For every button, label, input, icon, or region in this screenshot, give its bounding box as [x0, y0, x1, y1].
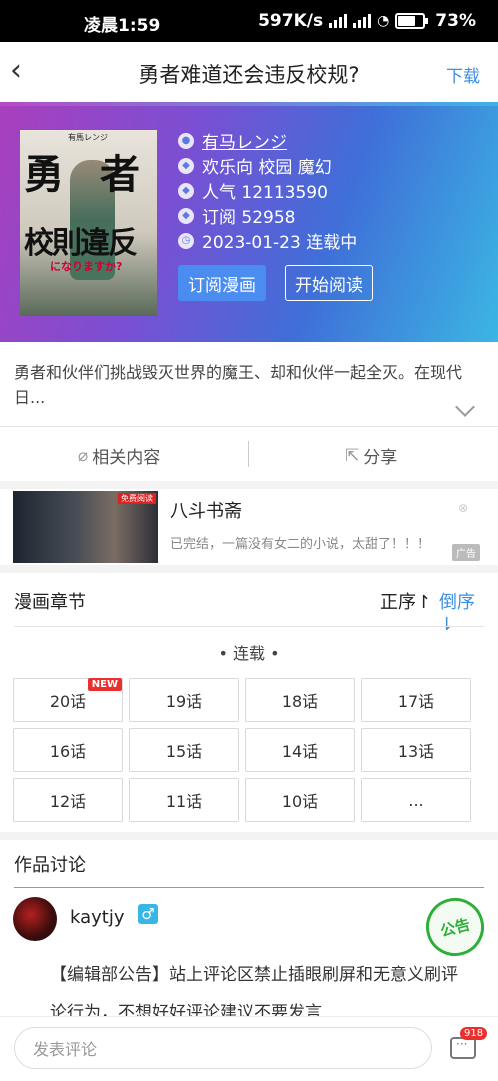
chapters-header: 漫画章节 正序↾ 倒序⇂: [14, 588, 484, 635]
ad-banner[interactable]: 免费阅读 八斗书斋 已完结，一篇没有女二的小说，太甜了！！！ ⊗ 广告: [0, 489, 498, 564]
chapter-label: 19话: [165, 692, 203, 711]
chapter-button[interactable]: 15话: [129, 728, 239, 772]
share-icon: ⇱: [345, 445, 360, 466]
sort-ascending-button[interactable]: 正序↾: [380, 588, 431, 614]
chapter-button[interactable]: 12话: [13, 778, 123, 822]
subscriptions-value: 订阅 52958: [202, 208, 296, 228]
cover-title-a: 勇: [24, 151, 64, 198]
related-label: 相关内容: [92, 448, 161, 468]
chapter-button[interactable]: 19话: [129, 678, 239, 722]
header-accent-line: [0, 102, 498, 106]
tag-icon: ◆: [178, 182, 194, 199]
chapter-button[interactable]: 10话: [245, 778, 355, 822]
cover-title-c: 校則違反: [24, 226, 138, 261]
chapter-button[interactable]: 11话: [129, 778, 239, 822]
tag-icon: ◆: [178, 157, 194, 174]
tag-icon: ◆: [178, 207, 194, 224]
ad-free-tag: 免费阅读: [118, 493, 156, 504]
chapter-button[interactable]: 13话: [361, 728, 471, 772]
chapter-label: 13话: [397, 742, 435, 761]
ad-title[interactable]: 八斗书斋: [170, 497, 242, 523]
share-label: 分享: [363, 448, 398, 468]
comment-input[interactable]: 发表评论: [14, 1027, 432, 1069]
battery-level: 73%: [435, 11, 476, 31]
page-title: 勇者难道还会违反校规?: [138, 63, 360, 87]
male-icon: ♂: [138, 904, 158, 924]
signal-icon-2: [353, 14, 372, 28]
sort-descending-button[interactable]: 倒序⇂: [439, 588, 484, 635]
chapter-button[interactable]: 18话: [245, 678, 355, 722]
comic-cover[interactable]: 有馬レンジ 勇 者 校則違反 になりますか?: [20, 130, 157, 316]
chapter-label: 11话: [165, 792, 203, 811]
comment-icon[interactable]: [450, 1037, 476, 1059]
chapter-label: 17话: [397, 692, 435, 711]
chapter-label: 12话: [49, 792, 87, 811]
section-gap: [0, 832, 498, 840]
action-bar: ⌀ 相关内容 ⇱ 分享: [0, 427, 498, 481]
section-gap: [0, 481, 498, 489]
chapter-label: 15话: [165, 742, 203, 761]
update-row: ◷ 2023-01-23 连载中: [178, 228, 357, 253]
comic-meta: ● 有马レンジ ◆ 欢乐向 校园 魔幻 ◆ 人气 12113590 ◆ 订阅 5…: [178, 128, 357, 253]
comment-count-badge: 918: [460, 1027, 488, 1040]
chapter-label: 14话: [281, 742, 319, 761]
chapters-title: 漫画章节: [14, 592, 86, 613]
share-button[interactable]: ⇱ 分享: [345, 443, 398, 469]
status-time: 凌晨1:59: [84, 16, 161, 36]
username[interactable]: kaytjy: [70, 907, 125, 928]
chapter-button[interactable]: 14话: [245, 728, 355, 772]
comic-tags: 欢乐向 校园 魔幻: [202, 158, 332, 178]
divider: [14, 887, 484, 888]
announcement-stamp: 公告: [419, 891, 491, 963]
paperclip-icon: ⌀: [78, 445, 89, 466]
clock-icon: ◷: [178, 232, 194, 249]
chapter-button[interactable]: 16话: [13, 728, 123, 772]
author-link[interactable]: 有马レンジ: [202, 128, 287, 153]
chapter-label: 18话: [281, 692, 319, 711]
chapter-button[interactable]: 20话 NEW: [13, 678, 123, 722]
chapter-label: 16话: [49, 742, 87, 761]
signal-icon: [329, 14, 348, 28]
section-gap: [0, 565, 498, 573]
more-chapters-button[interactable]: ...: [361, 778, 471, 822]
close-icon[interactable]: ⊗: [458, 501, 468, 515]
person-icon: ●: [178, 132, 194, 149]
network-speed: 597K/s: [258, 11, 324, 31]
wifi-icon: ◔: [377, 13, 390, 29]
comment-bar: 发表评论 918: [0, 1016, 498, 1081]
download-button[interactable]: 下载: [446, 62, 480, 87]
popularity-row: ◆ 人气 12113590: [178, 178, 357, 203]
cover-title-b: 者: [100, 151, 140, 198]
action-separator: [248, 441, 249, 467]
new-badge: NEW: [87, 678, 122, 691]
cover-subtitle: になりますか?: [50, 260, 123, 273]
navigation-bar: ‹ 勇者难道还会违反校规? 下载: [0, 42, 498, 102]
update-status: 2023-01-23 连载中: [202, 233, 358, 253]
ad-text[interactable]: 已完结，一篇没有女二的小说，太甜了！！！: [170, 533, 430, 552]
chapter-label: 10话: [281, 792, 319, 811]
avatar[interactable]: [13, 897, 57, 941]
ad-thumbnail[interactable]: 免费阅读: [13, 491, 158, 563]
chapter-button[interactable]: 17话: [361, 678, 471, 722]
subscribe-button[interactable]: 订阅漫画: [178, 265, 266, 301]
discussion-title: 作品讨论: [14, 855, 86, 876]
related-content-button[interactable]: ⌀ 相关内容: [78, 443, 161, 469]
battery-icon: [395, 13, 429, 29]
ad-label[interactable]: 广告: [452, 544, 480, 561]
chapter-label: 20话: [49, 692, 87, 711]
status-right: 597K/s ◔ 73%: [258, 11, 476, 31]
popularity-value: 人气 12113590: [202, 183, 328, 203]
divider: [14, 626, 484, 627]
author-row[interactable]: ● 有马レンジ: [178, 128, 357, 153]
subscriptions-row: ◆ 订阅 52958: [178, 203, 357, 228]
start-reading-button[interactable]: 开始阅读: [285, 265, 373, 301]
comic-description: 勇者和伙伴们挑战毁灭世界的魔王、却和伙伴一起全灭。在现代日...: [14, 363, 463, 407]
tags-row: ◆ 欢乐向 校园 魔幻: [178, 153, 357, 178]
chapter-label: ...: [408, 790, 424, 810]
status-bar: 凌晨1:59 597K/s ◔ 73%: [0, 0, 498, 42]
serial-section-label: • 连载 •: [218, 644, 280, 663]
